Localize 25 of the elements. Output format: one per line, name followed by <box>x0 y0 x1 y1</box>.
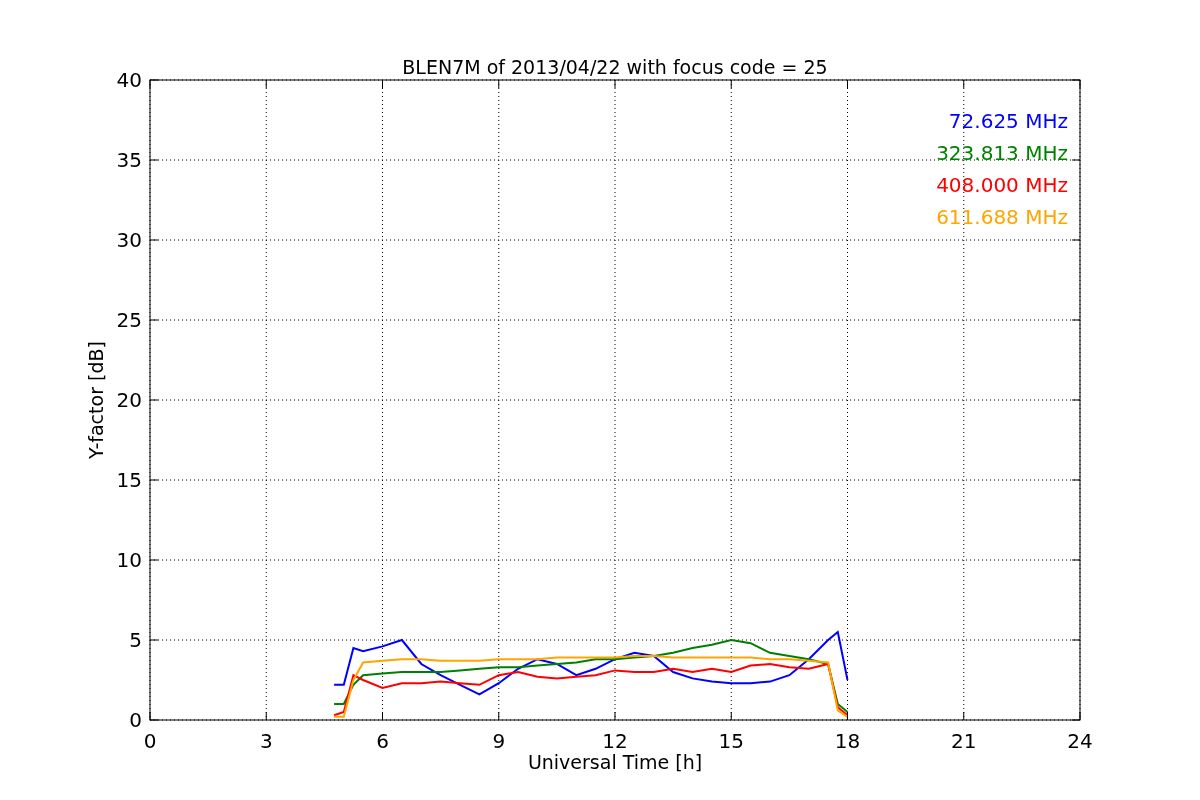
y-tick-label: 20 <box>116 388 142 412</box>
chart-title: BLEN7M of 2013/04/22 with focus code = 25 <box>402 56 828 78</box>
legend-label: 611.688 MHz <box>936 205 1068 229</box>
x-tick-label: 21 <box>951 729 977 753</box>
y-tick-label: 40 <box>116 68 142 92</box>
legend-label: 408.000 MHz <box>936 173 1068 197</box>
x-axis-label: Universal Time [h] <box>527 751 703 773</box>
legend-label: 72.625 MHz <box>948 109 1068 133</box>
legend-label: 323.813 MHz <box>936 141 1068 165</box>
y-tick-label: 5 <box>129 628 142 652</box>
x-tick-label: 24 <box>1067 729 1093 753</box>
x-tick-label: 12 <box>602 729 628 753</box>
x-tick-label: 3 <box>259 729 273 753</box>
y-tick-label: 10 <box>116 548 142 572</box>
y-tick-label: 35 <box>116 148 142 172</box>
y-tick-label: 25 <box>116 308 142 332</box>
y-tick-label: 0 <box>129 708 142 732</box>
y-axis-label: Y-factor [dB] <box>85 341 107 459</box>
y-tick-label: 15 <box>116 468 142 492</box>
x-tick-label: 9 <box>492 729 506 753</box>
x-tick-label: 15 <box>718 729 744 753</box>
x-tick-label: 6 <box>376 729 389 753</box>
x-tick-label: 18 <box>834 729 861 753</box>
x-tick-label: 0 <box>143 729 157 753</box>
y-tick-label: 30 <box>116 228 142 252</box>
